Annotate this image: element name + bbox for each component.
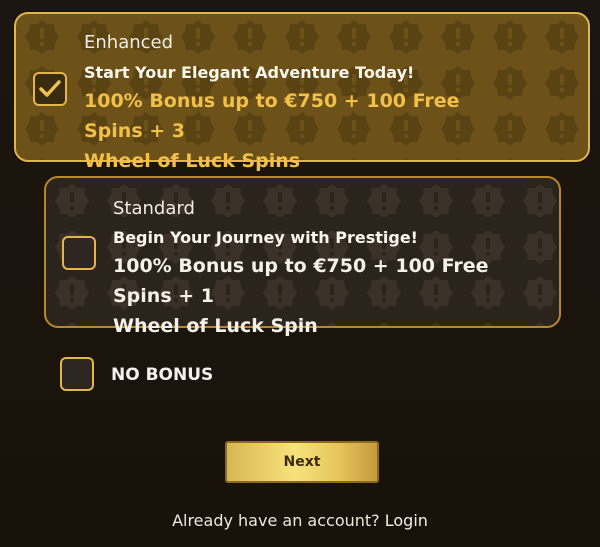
next-button[interactable]: Next [225, 441, 379, 483]
standard-checkbox[interactable] [62, 236, 96, 270]
enhanced-tier-label: Enhanced [84, 32, 174, 53]
enhanced-tagline: Start Your Elegant Adventure Today! [84, 63, 415, 82]
no-bonus-checkbox[interactable] [60, 357, 94, 391]
no-bonus-label[interactable]: NO BONUS [111, 365, 213, 385]
checkmark-icon [39, 80, 61, 97]
standard-offer-line1: 100% Bonus up to €750 + 100 Free Spins +… [113, 255, 489, 307]
enhanced-offer: 100% Bonus up to €750 + 100 Free Spins +… [84, 86, 524, 176]
standard-offer-line2: Wheel of Luck Spin [113, 315, 318, 337]
standard-tagline: Begin Your Journey with Prestige! [113, 228, 418, 247]
standard-tier-label: Standard [113, 198, 195, 219]
enhanced-offer-line2: Wheel of Luck Spins [84, 150, 301, 172]
login-prompt: Already have an account? Login [0, 511, 600, 530]
login-prompt-text: Already have an account? [172, 511, 380, 530]
login-link[interactable]: Login [385, 511, 428, 530]
enhanced-checkbox[interactable] [33, 72, 67, 106]
enhanced-offer-line1: 100% Bonus up to €750 + 100 Free Spins +… [84, 90, 460, 142]
standard-offer: 100% Bonus up to €750 + 100 Free Spins +… [113, 251, 553, 341]
